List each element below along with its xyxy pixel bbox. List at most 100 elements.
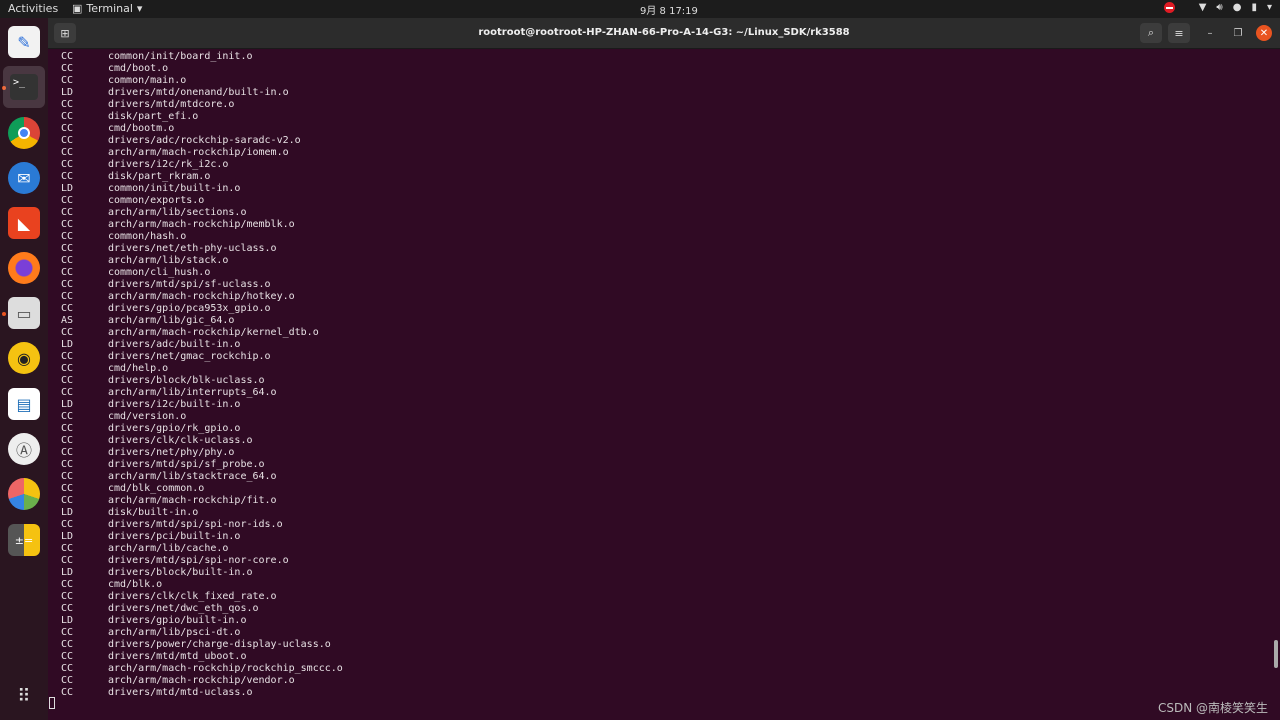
software-app-icon[interactable]: ◣ (8, 207, 40, 239)
build-step: CC (61, 651, 74, 662)
window-title: rootroot@rootroot-HP-ZHAN-66-Pro-A-14-G3… (478, 27, 850, 38)
build-step: LD (61, 507, 74, 518)
terminal-cursor (49, 697, 55, 709)
build-step: CC (61, 111, 74, 122)
object-path: drivers/mtd/mtdcore.o (108, 99, 235, 110)
object-path: drivers/clk/clk-uclass.o (108, 435, 253, 446)
build-step: CC (61, 663, 74, 674)
object-path: disk/part_efi.o (108, 111, 199, 122)
clock[interactable]: 9月 8 17:19 (640, 2, 698, 17)
build-step: CC (61, 375, 74, 386)
build-step: CC (61, 147, 74, 158)
menu-button[interactable]: ≡ (1168, 23, 1190, 43)
app-menu[interactable]: ▣ Terminal ▾ (72, 2, 142, 15)
calculator-icon[interactable]: ±= (8, 524, 40, 556)
top-bar: Activities ▣ Terminal ▾ 9月 8 17:19 ▼ 🔊︎ ● … (0, 0, 1280, 18)
system-tray[interactable]: ▼ 🔊︎ ● ▮ ▾ (1163, 2, 1272, 13)
object-path: drivers/power/charge-display-uclass.o (108, 639, 331, 650)
object-path: drivers/block/built-in.o (108, 567, 253, 578)
build-step: CC (61, 627, 74, 638)
build-step: LD (61, 87, 74, 98)
object-path: cmd/version.o (108, 411, 187, 422)
build-step: CC (61, 351, 74, 362)
wifi-icon: ▼ (1198, 2, 1207, 13)
build-step: AS (61, 315, 74, 326)
thunderbird-icon[interactable]: ✉ (8, 162, 40, 194)
text-editor-icon[interactable]: ✎ (8, 26, 40, 58)
build-step: CC (61, 279, 74, 290)
object-path: drivers/i2c/built-in.o (108, 399, 241, 410)
show-apps-icon[interactable]: ⠿ (8, 680, 40, 712)
object-path: drivers/net/dwc_eth_qos.o (108, 603, 259, 614)
build-step: CC (61, 99, 74, 110)
activities-button[interactable]: Activities (8, 2, 58, 15)
build-step: CC (61, 675, 74, 686)
build-step: CC (61, 135, 74, 146)
object-path: arch/arm/lib/cache.o (108, 543, 229, 554)
build-step: CC (61, 579, 74, 590)
search-icon: ⌕ (1147, 26, 1155, 39)
terminal-icon[interactable]: >_ (3, 66, 45, 108)
object-path: arch/arm/mach-rockchip/rockchip_smccc.o (108, 663, 343, 674)
search-button[interactable]: ⌕ (1140, 23, 1162, 43)
minimize-button[interactable]: – (1202, 25, 1218, 41)
object-path: drivers/net/phy/phy.o (108, 447, 235, 458)
build-step: CC (61, 591, 74, 602)
object-path: drivers/mtd/spi/sf_probe.o (108, 459, 265, 470)
watermark: CSDN @南棱笑笑生 (1157, 701, 1268, 715)
terminal-output[interactable]: CC common/init/board_init.o CC cmd/boot.o CC… (48, 49, 1280, 720)
firefox-icon[interactable] (8, 252, 40, 284)
build-step: LD (61, 615, 74, 626)
build-step: CC (61, 543, 74, 554)
object-path: cmd/blk_common.o (108, 483, 205, 494)
build-step: LD (61, 531, 74, 542)
dock: ✎ >_ ✉ ◣ ▭ ◉ ▤ Ⓐ ±= ⠿ (0, 18, 48, 720)
build-step: CC (61, 495, 74, 506)
object-path: arch/arm/lib/stack.o (108, 255, 229, 266)
object-path: arch/arm/lib/interrupts_64.o (108, 387, 277, 398)
scrollbar[interactable] (1274, 640, 1278, 668)
chevron-down-icon: ▾ (1266, 2, 1272, 13)
pie-app-icon[interactable] (8, 478, 40, 510)
software-center-icon[interactable]: Ⓐ (8, 433, 40, 465)
build-step: CC (61, 483, 74, 494)
object-path: drivers/block/blk-uclass.o (108, 375, 265, 386)
build-step: CC (61, 63, 74, 74)
object-path: arch/arm/mach-rockchip/kernel_dtb.o (108, 327, 319, 338)
build-step: CC (61, 231, 74, 242)
build-step: CC (61, 327, 74, 338)
microphone-icon: ● (1232, 2, 1242, 13)
close-button[interactable]: ✕ (1256, 25, 1272, 41)
object-path: drivers/mtd/spi/spi-nor-core.o (108, 555, 289, 566)
files-icon[interactable]: ▭ (8, 297, 40, 329)
object-path: cmd/bootm.o (108, 123, 175, 134)
build-step: CC (61, 459, 74, 470)
build-step: CC (61, 555, 74, 566)
libreoffice-writer-icon[interactable]: ▤ (8, 388, 40, 420)
rhythmbox-icon[interactable]: ◉ (8, 342, 40, 374)
maximize-button[interactable]: ❐ (1230, 25, 1246, 41)
object-path: arch/arm/lib/stacktrace_64.o (108, 471, 277, 482)
build-step: CC (61, 639, 74, 650)
object-path: drivers/gpio/built-in.o (108, 615, 247, 626)
object-path: drivers/adc/rockchip-saradc-v2.o (108, 135, 301, 146)
object-path: arch/arm/mach-rockchip/memblk.o (108, 219, 295, 230)
build-step: CC (61, 423, 74, 434)
do-not-disturb-icon[interactable] (1163, 2, 1175, 13)
object-path: drivers/net/gmac_rockchip.o (108, 351, 271, 362)
chrome-icon[interactable] (8, 117, 40, 149)
object-path: drivers/mtd/spi/sf-uclass.o (108, 279, 271, 290)
object-path: arch/arm/mach-rockchip/iomem.o (108, 147, 289, 158)
build-step: CC (61, 411, 74, 422)
build-step: CC (61, 603, 74, 614)
object-path: drivers/mtd/onenand/built-in.o (108, 87, 289, 98)
build-step: CC (61, 75, 74, 86)
window-titlebar: ⊞ rootroot@rootroot-HP-ZHAN-66-Pro-A-14-… (48, 18, 1280, 49)
volume-icon: 🔊︎ (1216, 2, 1223, 13)
object-path: drivers/adc/built-in.o (108, 339, 241, 350)
build-step: CC (61, 159, 74, 170)
object-path: drivers/gpio/pca953x_gpio.o (108, 303, 271, 314)
object-path: common/cli_hush.o (108, 267, 211, 278)
object-path: disk/part_rkram.o (108, 171, 211, 182)
build-step: CC (61, 243, 74, 254)
